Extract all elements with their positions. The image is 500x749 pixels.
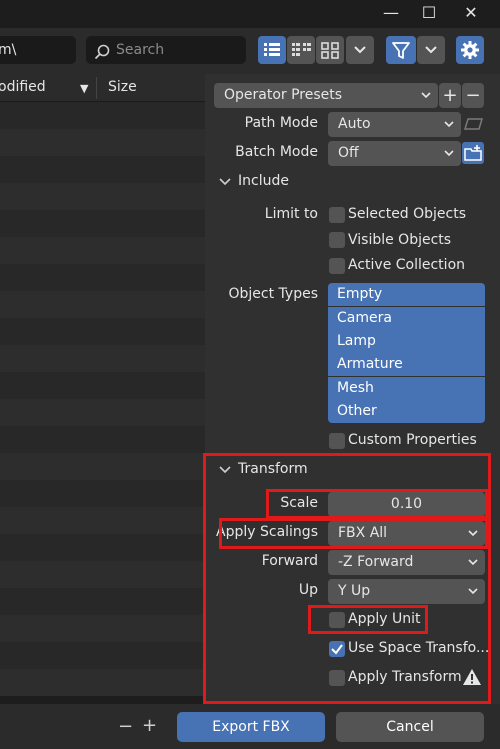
apply-transform-checkbox[interactable]: [329, 670, 345, 686]
apply-scalings-dropdown[interactable]: FBX All: [328, 521, 485, 546]
display-mode-dropdown[interactable]: [346, 36, 374, 64]
object-type-empty[interactable]: Empty: [328, 283, 485, 306]
column-divider: [96, 77, 97, 99]
decrement-button[interactable]: −: [118, 716, 133, 737]
filter-dropdown[interactable]: [417, 36, 445, 64]
expand-chevron-icon[interactable]: [218, 463, 232, 477]
forward-axis-dropdown[interactable]: -Z Forward: [328, 550, 485, 575]
chevron-down-icon: [468, 559, 478, 566]
chevron-down-icon: [444, 121, 454, 128]
visible-objects-checkbox[interactable]: [329, 232, 345, 248]
directory-path-input[interactable]: m\: [0, 36, 76, 64]
object-type-mesh[interactable]: Mesh: [328, 377, 485, 400]
chevron-down-icon: [421, 92, 431, 99]
object-type-camera[interactable]: Camera: [328, 307, 485, 330]
window-titlebar: — ☐ ✕: [0, 0, 500, 28]
column-modified[interactable]: odified: [0, 79, 46, 95]
chevron-down-icon: [425, 46, 437, 54]
operator-presets-dropdown[interactable]: Operator Presets: [214, 83, 438, 108]
expand-chevron-icon[interactable]: [218, 175, 232, 189]
transform-section-header[interactable]: Transform: [238, 461, 308, 477]
batch-mode-dropdown[interactable]: Off: [328, 141, 461, 166]
object-types-label: Object Types: [228, 286, 319, 302]
file-browser-footer: − + Export FBX Cancel: [0, 704, 500, 749]
apply-unit-checkbox[interactable]: [329, 612, 345, 628]
warning-icon: [463, 669, 481, 685]
file-list-header: odified ▼ Size: [0, 74, 205, 102]
increment-button[interactable]: +: [142, 715, 157, 736]
custom-properties-label: Custom Properties: [348, 432, 477, 448]
chevron-down-icon: [444, 150, 454, 157]
search-placeholder: Search: [116, 42, 165, 58]
display-thumbnails-button[interactable]: [316, 36, 344, 64]
path-mode-label: Path Mode: [244, 115, 318, 131]
chevron-down-icon: [468, 530, 478, 537]
filter-toggle-button[interactable]: [386, 36, 416, 64]
include-section-header[interactable]: Include: [238, 173, 289, 189]
active-collection-label: Active Collection: [348, 257, 466, 273]
remove-preset-button[interactable]: −: [462, 83, 484, 108]
apply-scalings-label: Apply Scalings: [216, 524, 318, 540]
object-type-armature[interactable]: Armature: [328, 353, 485, 376]
selected-objects-checkbox[interactable]: [329, 207, 345, 223]
object-type-other[interactable]: Other: [328, 400, 485, 423]
settings-button[interactable]: [456, 36, 484, 64]
display-horizontal-list-button[interactable]: [287, 36, 315, 64]
active-collection-checkbox[interactable]: [329, 258, 345, 274]
cancel-button[interactable]: Cancel: [336, 712, 484, 742]
batch-own-dir-icon[interactable]: [462, 142, 484, 164]
path-mode-dropdown[interactable]: Auto: [328, 112, 461, 137]
settings-gear-icon: [461, 41, 479, 59]
apply-transform-label: Apply Transform: [348, 669, 462, 685]
maximize-button[interactable]: ☐: [414, 2, 444, 24]
add-preset-button[interactable]: +: [439, 83, 461, 108]
scale-slider[interactable]: 0.10: [328, 492, 485, 517]
sort-indicator-icon[interactable]: ▼: [80, 82, 88, 95]
close-button[interactable]: ✕: [456, 2, 486, 24]
chevron-down-icon: [468, 588, 478, 595]
column-size[interactable]: Size: [108, 79, 137, 95]
selected-objects-label: Selected Objects: [348, 206, 467, 222]
display-vertical-list-button[interactable]: [258, 36, 286, 64]
display-thumbnails-icon: [321, 42, 339, 59]
batch-mode-label: Batch Mode: [235, 144, 318, 160]
forward-label: Forward: [261, 553, 318, 569]
apply-unit-label: Apply Unit: [348, 611, 421, 627]
file-browser-toolbar: m\ Search: [0, 28, 500, 74]
minimize-button[interactable]: —: [376, 2, 406, 24]
visible-objects-label: Visible Objects: [348, 232, 452, 248]
up-label: Up: [298, 582, 318, 598]
search-input[interactable]: Search: [86, 36, 246, 64]
limit-to-label: Limit to: [264, 206, 318, 222]
object-type-lamp[interactable]: Lamp: [328, 330, 485, 353]
filter-icon: [392, 42, 410, 59]
chevron-down-icon: [354, 46, 366, 54]
display-vertical-list-icon: [264, 43, 280, 56]
search-icon: [94, 42, 110, 70]
use-space-transform-label: Use Space Transfo...: [348, 640, 490, 656]
up-axis-dropdown[interactable]: Y Up: [328, 579, 485, 604]
use-space-transform-checkbox[interactable]: [329, 641, 345, 657]
embed-textures-icon[interactable]: [463, 115, 485, 133]
file-list[interactable]: [0, 102, 205, 704]
export-fbx-button[interactable]: Export FBX: [177, 712, 325, 742]
display-horizontal-list-icon: [292, 43, 311, 56]
custom-properties-checkbox[interactable]: [329, 433, 345, 449]
checkmark-icon: [331, 644, 343, 655]
scale-label: Scale: [280, 495, 318, 511]
